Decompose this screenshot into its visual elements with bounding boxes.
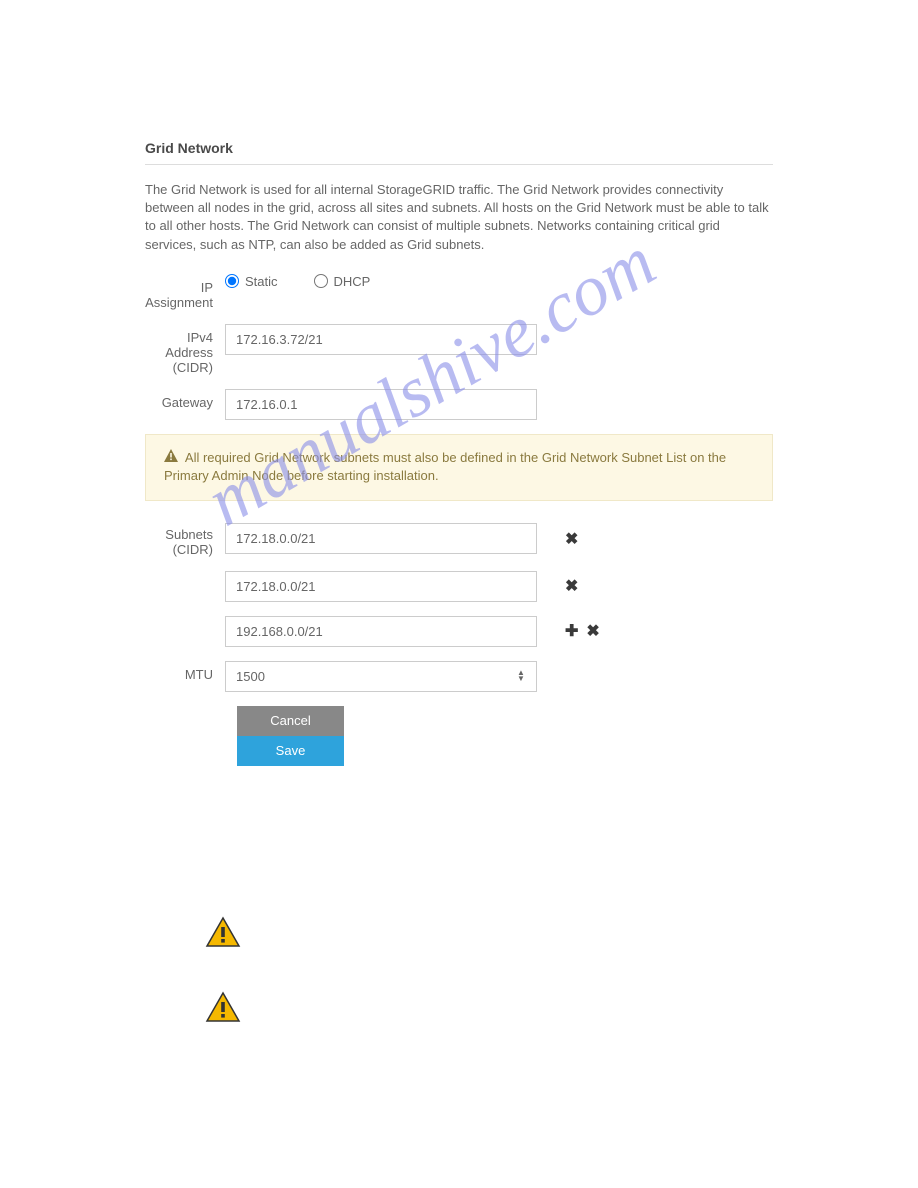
cancel-button[interactable]: Cancel: [237, 706, 344, 736]
section-title: Grid Network: [145, 140, 773, 165]
subnet-input-0[interactable]: [225, 523, 537, 554]
mtu-input[interactable]: [225, 661, 537, 692]
radio-dhcp[interactable]: DHCP: [314, 274, 371, 289]
ip-assignment-row: IP Assignment Static DHCP: [145, 274, 773, 310]
gateway-row: Gateway: [145, 389, 773, 420]
radio-static-label: Static: [245, 274, 278, 289]
warning-icon: [164, 449, 178, 467]
ipv4-address-input[interactable]: [225, 324, 537, 355]
ipv4-address-row: IPv4 Address (CIDR): [145, 324, 773, 375]
subnet-input-1[interactable]: [225, 571, 537, 602]
remove-subnet-icon[interactable]: ✖: [565, 576, 578, 596]
save-button[interactable]: Save: [237, 736, 344, 766]
subnets-label: Subnets (CIDR): [145, 521, 225, 557]
subnet-row-1: ✖: [145, 571, 773, 602]
radio-dhcp-label: DHCP: [334, 274, 371, 289]
alert-text: All required Grid Network subnets must a…: [164, 450, 726, 484]
number-spinner-icon[interactable]: ▲▼: [517, 666, 531, 686]
radio-static[interactable]: Static: [225, 274, 278, 289]
button-group: Cancel Save: [237, 706, 773, 766]
ip-assignment-label: IP Assignment: [145, 274, 225, 310]
subnet-alert: All required Grid Network subnets must a…: [145, 434, 773, 501]
subnet-input-2[interactable]: [225, 616, 537, 647]
subnet-row-2: ✚ ✖: [145, 616, 773, 647]
mtu-row: MTU ▲▼: [145, 661, 773, 692]
gateway-label: Gateway: [145, 389, 225, 410]
large-warning-icon: [205, 916, 773, 951]
remove-subnet-icon[interactable]: ✖: [565, 529, 578, 549]
section-description: The Grid Network is used for all interna…: [145, 181, 773, 254]
remove-subnet-icon[interactable]: ✖: [586, 621, 599, 641]
radio-dhcp-input[interactable]: [314, 274, 328, 288]
add-subnet-icon[interactable]: ✚: [565, 621, 578, 641]
radio-static-input[interactable]: [225, 274, 239, 288]
mtu-label: MTU: [145, 661, 225, 682]
ipv4-address-label: IPv4 Address (CIDR): [145, 324, 225, 375]
gateway-input[interactable]: [225, 389, 537, 420]
large-warning-icon: [205, 991, 773, 1026]
subnet-row-0: Subnets (CIDR) ✖: [145, 521, 773, 557]
grid-network-form: Grid Network The Grid Network is used fo…: [0, 0, 918, 1076]
ip-assignment-radio-group: Static DHCP: [225, 274, 370, 289]
